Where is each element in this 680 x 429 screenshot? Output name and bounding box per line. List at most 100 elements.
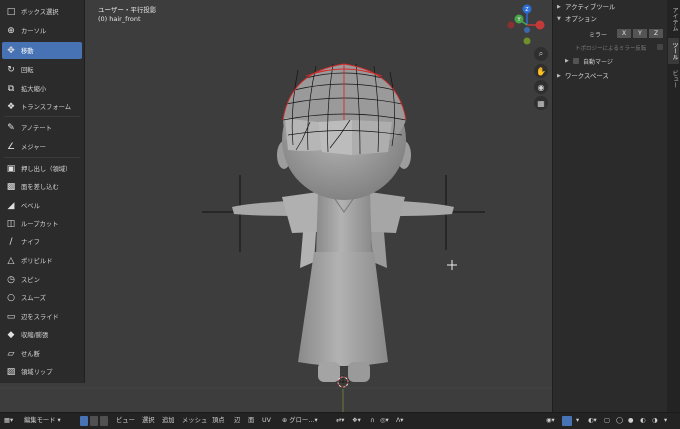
shrink-fatten-icon: ◆ xyxy=(7,329,15,340)
expand-arrow-icon: ▼ xyxy=(557,15,561,22)
tool-shrink-fatten[interactable]: ◆ 収縮/膨張 xyxy=(2,326,82,343)
gizmo-x-axis[interactable] xyxy=(535,20,545,30)
visibility-icon[interactable]: ◉▾ xyxy=(546,416,555,426)
annotate-icon: ✎ xyxy=(7,122,15,133)
tool-cursor[interactable]: ⊕ カーソル xyxy=(2,22,82,39)
options-header[interactable]: ▼ オプション xyxy=(557,13,665,24)
mode-dropdown[interactable]: 編集モード ▾ xyxy=(24,416,61,426)
tool-measure[interactable]: ∠ メジャー xyxy=(2,138,82,155)
camera-icon[interactable]: ◉ xyxy=(534,80,548,94)
tool-annotate[interactable]: ✎ アノテート xyxy=(2,119,82,136)
scale-icon: ⧉ xyxy=(7,83,15,94)
tool-label: スムーズ xyxy=(21,295,46,302)
tool-bevel[interactable]: ◢ ベベル xyxy=(2,197,82,214)
mouse-crosshair-icon xyxy=(447,260,457,270)
tool-label: スピン xyxy=(21,277,40,284)
menu-uv[interactable]: UV xyxy=(262,416,271,426)
menu-add[interactable]: 追加 xyxy=(162,416,175,426)
hair-front-wireframe[interactable] xyxy=(282,63,407,155)
xray-icon[interactable]: ▢ xyxy=(604,416,610,426)
proportional-edit-icon[interactable]: ◎▾ xyxy=(380,416,389,426)
tool-label: 領域リップ xyxy=(21,369,53,376)
mode-label: 編集モード xyxy=(24,417,56,424)
mirror-label: ミラー xyxy=(589,32,608,39)
tool-label: 移動 xyxy=(21,48,34,55)
inset-faces-icon: ▩ xyxy=(6,181,16,192)
tool-spin[interactable]: ◷ スピン xyxy=(2,271,82,288)
topology-mirror-checkbox[interactable] xyxy=(657,44,663,50)
tab-view[interactable]: ビュー xyxy=(668,66,679,92)
zoom-icon[interactable]: ⌕ xyxy=(534,47,548,61)
rotate-icon: ↻ xyxy=(7,64,15,75)
tool-label: トランスフォーム xyxy=(21,104,72,111)
mirror-z-button[interactable]: Z xyxy=(649,29,663,38)
tool-label: ループカット xyxy=(21,221,59,228)
navigation-gizmo[interactable]: Z Y xyxy=(507,4,545,45)
smooth-icon: ○ xyxy=(7,292,15,303)
tool-transform[interactable]: ❖ トランスフォーム xyxy=(2,98,82,115)
tab-tool[interactable]: ツール xyxy=(668,38,679,64)
tab-item[interactable]: アイテム xyxy=(668,2,679,36)
mirror-y-button[interactable]: Y xyxy=(633,29,647,38)
menu-face[interactable]: 面 xyxy=(248,416,254,426)
gizmo-neg-y-axis[interactable] xyxy=(523,37,531,45)
active-tool-header[interactable]: ▶ アクティブツール xyxy=(557,1,665,12)
tool-smooth[interactable]: ○ スムーズ xyxy=(2,289,82,306)
vertex-select-icon[interactable] xyxy=(80,416,88,426)
tool-extrude-region[interactable]: ▣ 押し出し（領域） xyxy=(2,160,82,177)
shading-rendered-icon[interactable]: ◑ xyxy=(652,416,658,426)
auto-merge-label: 自動マージ xyxy=(583,59,613,66)
tool-select-box[interactable]: □ ボックス選択 xyxy=(2,3,82,20)
tool-move[interactable]: ✥ 移動 xyxy=(2,42,82,59)
shading-solid-icon[interactable]: ● xyxy=(628,416,634,426)
gizmo-neg-x-axis[interactable] xyxy=(507,21,515,29)
tool-inset-faces[interactable]: ▩ 面を差し込む xyxy=(2,178,82,195)
tool-label: 収縮/膨張 xyxy=(21,332,49,339)
character-mesh[interactable] xyxy=(232,63,457,389)
mirror-x-button[interactable]: X xyxy=(617,29,631,38)
gizmo-toggle-icon[interactable] xyxy=(562,416,572,426)
workspace-header[interactable]: ▶ ワークスペース xyxy=(557,70,665,81)
transform-icon: ❖ xyxy=(6,101,16,112)
transform-orientation-dropdown[interactable]: ⊕ グロー…▾ xyxy=(282,416,318,426)
gizmo-neg-z-axis[interactable] xyxy=(524,27,530,33)
menu-mesh[interactable]: メッシュ xyxy=(182,416,207,426)
tool-rotate[interactable]: ↻ 回転 xyxy=(2,61,82,78)
tool-edge-slide[interactable]: ▭ 辺をスライド xyxy=(2,308,82,325)
tool-scale[interactable]: ⧉ 拡大縮小 xyxy=(2,80,82,97)
snap-magnet-icon[interactable]: ∩ xyxy=(370,416,375,426)
tool-label: カーソル xyxy=(21,28,47,35)
spin-icon: ◷ xyxy=(7,274,15,285)
grid-view-icon[interactable]: ▦ xyxy=(534,96,548,110)
tool-shear[interactable]: ▱ せん断 xyxy=(2,345,82,362)
menu-view[interactable]: ビュー xyxy=(116,416,135,426)
menu-edge[interactable]: 辺 xyxy=(234,416,240,426)
face-select-icon[interactable] xyxy=(100,416,108,426)
edge-slide-icon: ▭ xyxy=(6,311,16,322)
collapse-arrow-icon: ▶ xyxy=(557,72,561,79)
menu-select[interactable]: 選択 xyxy=(142,416,155,426)
collapse-arrow-icon: ▶ xyxy=(557,3,561,10)
pivot-icon[interactable]: ⇄▾ xyxy=(336,416,344,426)
overlay-dropdown-icon[interactable]: ▾ xyxy=(576,416,579,426)
tool-label: 回転 xyxy=(21,67,34,74)
falloff-icon[interactable]: Λ▾ xyxy=(396,416,403,426)
tool-loop-cut[interactable]: ◫ ループカット xyxy=(2,215,82,232)
move-icon: ✥ xyxy=(7,45,15,56)
menu-vertex[interactable]: 頂点 xyxy=(212,416,225,426)
auto-merge-checkbox[interactable] xyxy=(573,58,579,64)
hand-pan-icon[interactable]: ✋ xyxy=(534,64,548,78)
auto-merge-expand-icon[interactable]: ▶ xyxy=(565,58,569,64)
overlays-icon[interactable]: ◐▾ xyxy=(588,416,597,426)
tool-rip-region[interactable]: ▨ 領域リップ xyxy=(2,363,82,380)
select-box-icon: □ xyxy=(6,6,16,17)
toolbar-separator xyxy=(4,116,80,117)
editor-type-icon[interactable]: ▦▾ xyxy=(4,416,13,426)
edge-select-icon[interactable] xyxy=(90,416,98,426)
tool-knife[interactable]: ∕ ナイフ xyxy=(2,233,82,250)
shading-options-icon[interactable]: ▾ xyxy=(664,416,667,426)
shading-wireframe-icon[interactable]: ◯ xyxy=(616,416,623,426)
tool-poly-build[interactable]: △ ポリビルド xyxy=(2,252,82,269)
shading-material-icon[interactable]: ◐ xyxy=(640,416,646,426)
snap-icon[interactable]: ❖▾ xyxy=(352,416,361,426)
